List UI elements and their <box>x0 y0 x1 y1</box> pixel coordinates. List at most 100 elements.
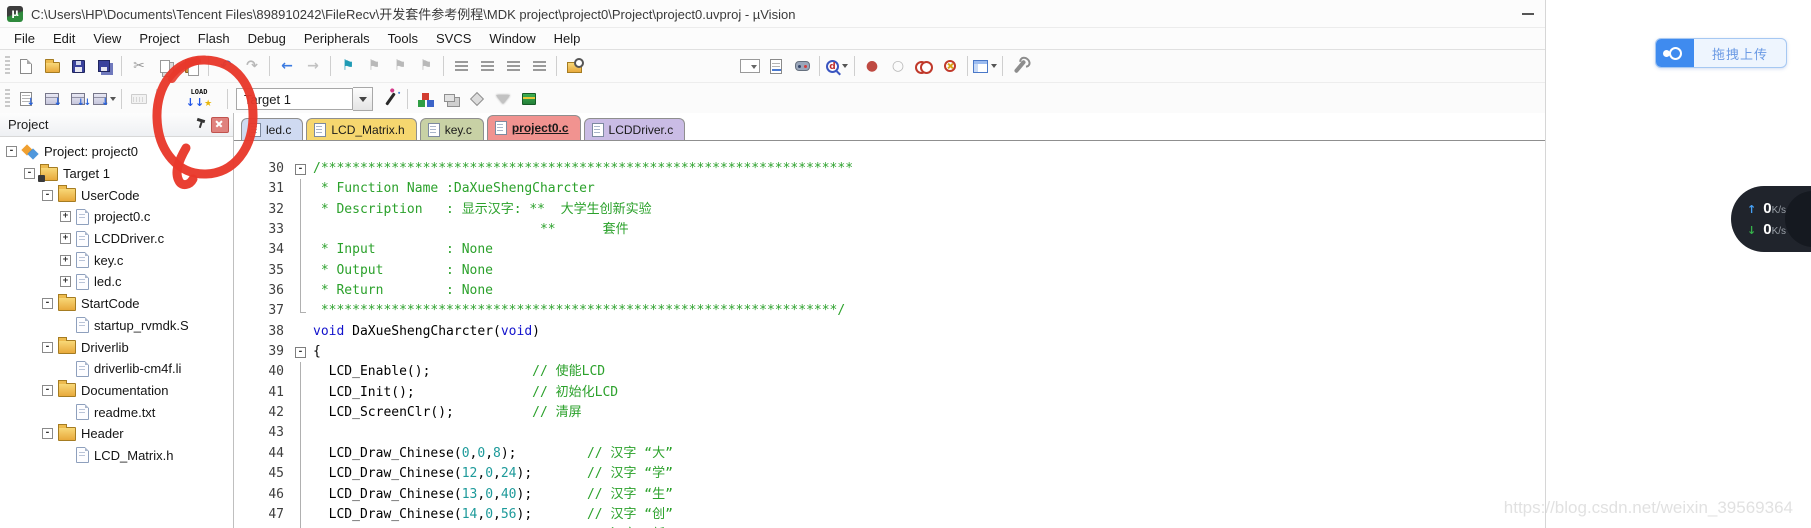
uncomment-selection-button[interactable] <box>527 55 551 77</box>
search-combo[interactable] <box>738 55 762 77</box>
menu-item-peripherals[interactable]: Peripherals <box>295 28 379 49</box>
collapse-box[interactable]: - <box>6 146 17 158</box>
bookmark-next-button[interactable]: ⚑ <box>388 55 412 77</box>
collapse-box[interactable]: - <box>42 384 53 396</box>
target-select[interactable]: Target 1 <box>236 87 373 111</box>
window-layout-button[interactable] <box>973 55 997 77</box>
manage-project-items-button[interactable] <box>413 88 437 110</box>
copy-button[interactable] <box>153 55 177 77</box>
menu-item-tools[interactable]: Tools <box>379 28 427 49</box>
multi-project-workspace-button[interactable] <box>439 88 463 110</box>
minimize-button[interactable] <box>1520 7 1535 21</box>
tab-lcddriver-c[interactable]: LCDDriver.c <box>583 118 686 140</box>
dropdown-caret-icon[interactable] <box>109 97 116 101</box>
tree-item-project0-c[interactable]: + project0.c <box>0 206 233 228</box>
indent-right-button[interactable] <box>475 55 499 77</box>
debug-target-button[interactable] <box>790 55 814 77</box>
configure-tools-button[interactable] <box>1008 55 1032 77</box>
tab-project0-c[interactable]: project0.c <box>486 115 581 140</box>
undo-button[interactable]: ↶ <box>214 55 238 77</box>
syntax-check-button[interactable] <box>764 55 788 77</box>
dropdown-caret-icon[interactable] <box>991 64 997 68</box>
download-to-flash-button[interactable]: LOAD ↓↓★ <box>183 86 215 112</box>
pack-installer-button[interactable] <box>517 88 541 110</box>
disable-breakpoint-button[interactable]: ○ <box>886 55 910 77</box>
collapse-box[interactable]: - <box>24 168 35 180</box>
toolbar-grip[interactable] <box>5 56 10 76</box>
dropdown-caret-icon[interactable] <box>842 64 848 68</box>
paste-button[interactable] <box>179 55 203 77</box>
tree-item-startcode[interactable]: - StartCode <box>0 293 233 315</box>
tree-item-startup-rvmdk-s[interactable]: startup_rvmdk.S <box>0 315 233 337</box>
comment-selection-button[interactable] <box>501 55 525 77</box>
menu-item-edit[interactable]: Edit <box>44 28 84 49</box>
tree-item-lcddriver-c[interactable]: + LCDDriver.c <box>0 228 233 250</box>
menu-item-view[interactable]: View <box>84 28 130 49</box>
insert-breakpoint-button[interactable]: ● <box>860 55 884 77</box>
project-tree[interactable]: - Project: project0- Target 1- UserCode + pro… <box>0 137 233 528</box>
tab-led-c[interactable]: led.c <box>241 118 304 140</box>
collapse-box[interactable]: - <box>42 428 53 440</box>
tree-item-header[interactable]: - Header <box>0 423 233 445</box>
build-button[interactable] <box>40 88 64 110</box>
disable-all-breakpoints-button[interactable] <box>912 55 936 77</box>
tree-item-project-project0[interactable]: - Project: project0 <box>0 141 233 163</box>
new-file-button[interactable] <box>14 55 38 77</box>
find-in-files-button[interactable] <box>562 55 586 77</box>
software-packs-button[interactable] <box>465 88 489 110</box>
target-select-dropdown[interactable] <box>353 87 373 111</box>
bookmark-toggle-button[interactable]: ⚑ <box>336 55 360 77</box>
redo-button[interactable]: ↷ <box>240 55 264 77</box>
save-button[interactable] <box>66 55 90 77</box>
menu-item-svcs[interactable]: SVCS <box>427 28 480 49</box>
expand-box[interactable]: + <box>60 211 71 223</box>
bookmark-prev-button[interactable]: ⚑ <box>362 55 386 77</box>
close-panel-button[interactable] <box>211 116 229 133</box>
drag-upload-button[interactable]: 拖拽上传 <box>1655 38 1787 68</box>
menu-item-project[interactable]: Project <box>130 28 188 49</box>
kill-all-breakpoints-button[interactable] <box>938 55 962 77</box>
target-select-value[interactable]: Target 1 <box>236 88 353 110</box>
menu-item-window[interactable]: Window <box>480 28 544 49</box>
rebuild-button[interactable] <box>66 88 90 110</box>
open-file-button[interactable] <box>40 55 64 77</box>
debug-session-button[interactable]: d <box>825 55 849 77</box>
fold-collapse-box[interactable]: - <box>295 163 306 175</box>
tree-item-led-c[interactable]: + led.c <box>0 271 233 293</box>
code-editor[interactable]: 30-/************************************… <box>234 141 1545 528</box>
select-device-button[interactable] <box>491 88 515 110</box>
tab-lcd-matrix-h[interactable]: LCD_Matrix.h <box>306 118 417 140</box>
toolbar-grip[interactable] <box>5 89 10 109</box>
expand-box[interactable]: + <box>60 233 71 245</box>
tree-item-usercode[interactable]: - UserCode <box>0 184 233 206</box>
stop-build-button[interactable] <box>127 88 151 110</box>
navigate-back-button[interactable]: ← <box>275 55 299 77</box>
options-for-target-button[interactable] <box>378 88 402 110</box>
collapse-box[interactable]: - <box>42 298 53 310</box>
bookmark-clear-button[interactable]: ⚑ <box>414 55 438 77</box>
tab-key-c[interactable]: key.c <box>419 118 484 140</box>
tree-item-documentation[interactable]: - Documentation <box>0 380 233 402</box>
collapse-box[interactable]: - <box>42 341 53 353</box>
tree-item-readme-txt[interactable]: readme.txt <box>0 401 233 423</box>
tree-item-driverlib-cm4f-li[interactable]: driverlib-cm4f.li <box>0 358 233 380</box>
expand-box[interactable]: + <box>60 276 71 288</box>
cut-button[interactable]: ✂ <box>127 55 151 77</box>
expand-box[interactable]: + <box>60 254 71 266</box>
menu-item-file[interactable]: File <box>5 28 44 49</box>
tree-item-key-c[interactable]: + key.c <box>0 249 233 271</box>
tree-item-driverlib[interactable]: - Driverlib <box>0 336 233 358</box>
tree-item-target-1[interactable]: - Target 1 <box>0 163 233 185</box>
translate-button[interactable] <box>14 88 38 110</box>
save-all-button[interactable] <box>92 55 116 77</box>
navigate-forward-button[interactable]: → <box>301 55 325 77</box>
tree-item-lcd-matrix-h[interactable]: LCD_Matrix.h <box>0 445 233 467</box>
menu-item-flash[interactable]: Flash <box>189 28 239 49</box>
indent-left-button[interactable] <box>449 55 473 77</box>
fold-collapse-box[interactable]: - <box>295 346 306 358</box>
collapse-box[interactable]: - <box>42 189 53 201</box>
network-speed-widget[interactable]: ↑ 0K/s ↓ 0K/s <box>1731 186 1811 252</box>
batch-build-button[interactable] <box>92 88 116 110</box>
menu-item-help[interactable]: Help <box>545 28 590 49</box>
pin-icon[interactable] <box>196 119 207 131</box>
